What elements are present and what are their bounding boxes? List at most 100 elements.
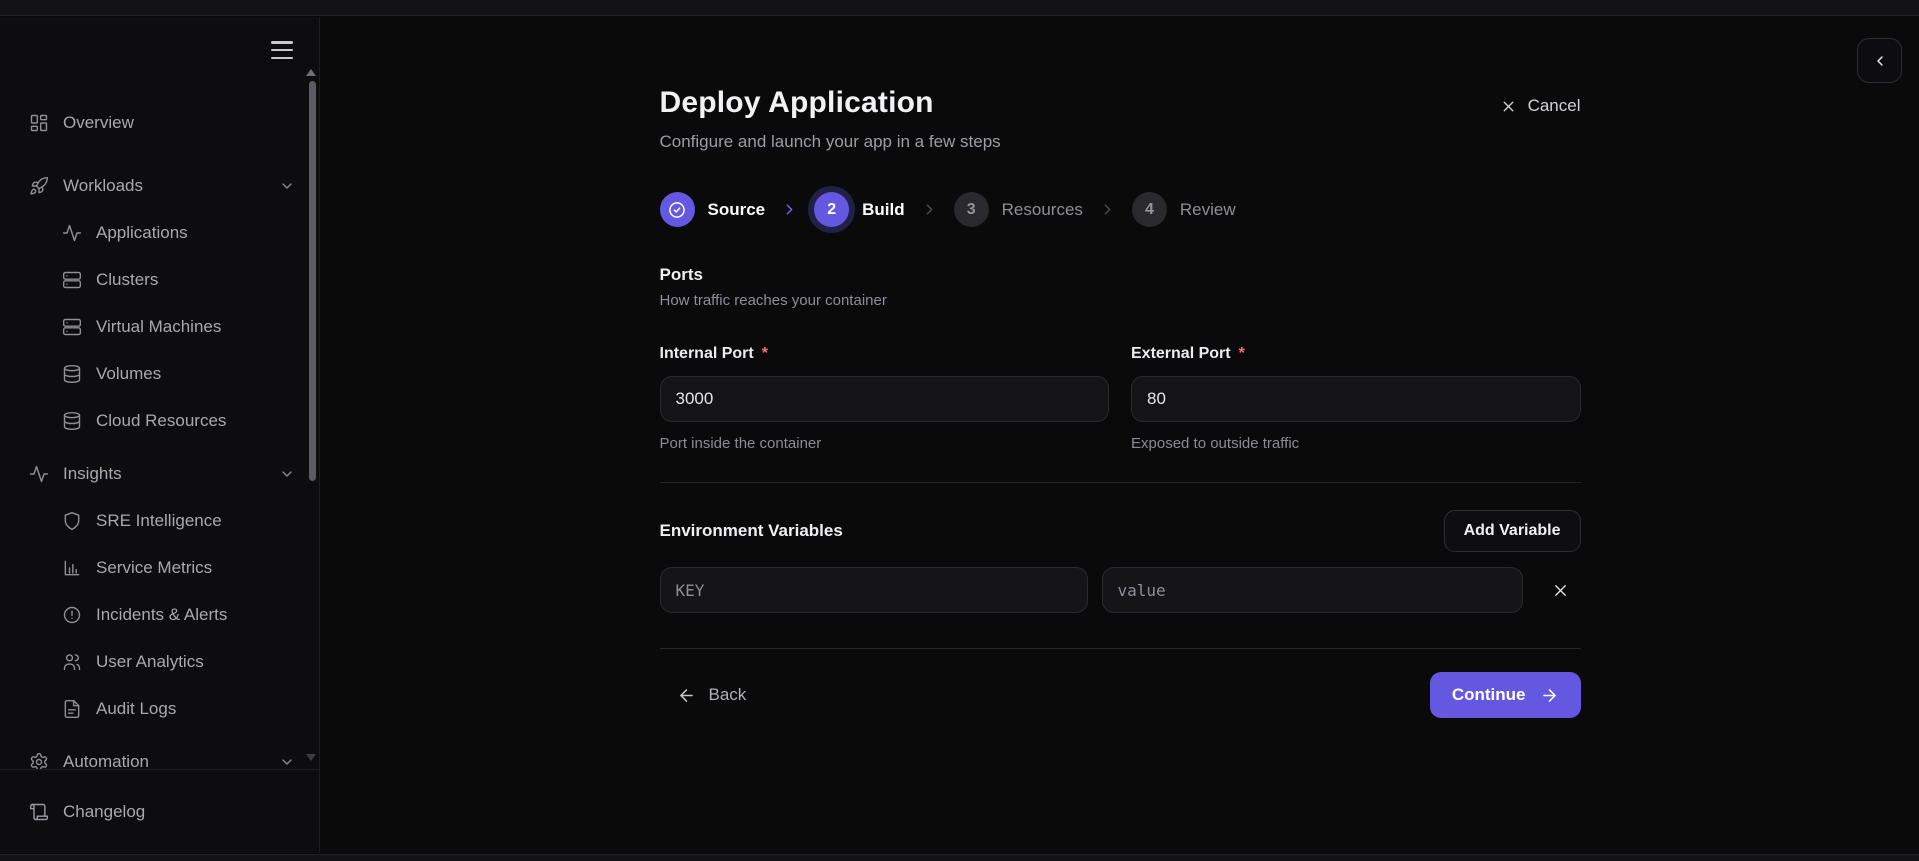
ports-section-description: How traffic reaches your container [659,292,887,309]
external-port-field-group: External Port* Exposed to outside traffi… [1131,345,1581,452]
scrollbar-thumb[interactable] [309,81,316,481]
sidebar-item-user-analytics[interactable]: User Analytics [0,638,319,685]
hamburger-menu-icon[interactable] [271,41,293,59]
chevron-down-icon [279,466,295,482]
sidebar-item-label: Workloads [63,175,143,195]
step-review-circle: 4 [1131,192,1167,227]
sidebar-item-label: Changelog [63,801,146,821]
cancel-button[interactable]: Cancel [1500,96,1581,116]
internal-port-field-group: Internal Port* Port inside the container [659,345,1109,452]
step-review[interactable]: 4 Review [1131,192,1236,227]
main-panel: Deploy Application Configure and launch … [321,17,1919,853]
sidebar-item-label: Virtual Machines [96,316,222,336]
chevron-down-icon [279,178,295,194]
sidebar-item-audit-logs[interactable]: Audit Logs [0,685,319,732]
check-circle-icon [667,200,687,220]
arrow-left-icon [677,686,696,705]
env-value-input[interactable] [1101,567,1523,613]
file-text-icon [62,699,82,719]
scroll-icon [29,802,49,822]
bar-chart-icon [62,558,82,578]
step-label: Build [862,199,905,219]
chevron-right-icon [781,201,798,218]
sidebar-item-sre-intelligence[interactable]: SRE Intelligence [0,497,319,544]
sidebar-item-label: Insights [63,463,122,483]
step-label: Source [707,199,766,219]
env-variable-row [659,567,1581,613]
sidebar-item-label: Clusters [96,269,159,289]
close-icon [1500,98,1517,115]
sidebar-nav: Overview Workloads Applications Clusters [0,87,319,769]
gear-icon [29,752,49,769]
arrow-right-icon [1540,686,1559,705]
sidebar-item-applications[interactable]: Applications [0,209,319,256]
collapse-panel-button[interactable] [1857,38,1902,83]
step-source[interactable]: Source [659,192,766,227]
internal-port-helper: Port inside the container [659,435,822,452]
dashboard-grid-icon [29,113,49,133]
sidebar-item-overview[interactable]: Overview [0,99,319,146]
required-asterisk: * [761,345,768,362]
env-section-heading: Environment Variables [659,521,843,540]
step-build-circle: 2 [814,192,850,227]
scrollbar-up-arrow[interactable] [306,69,316,76]
internal-port-input[interactable] [659,376,1109,422]
sidebar-item-label: Service Metrics [96,557,213,577]
continue-button[interactable]: Continue [1429,672,1581,718]
sidebar-item-insights[interactable]: Insights [0,450,319,497]
users-icon [62,652,82,672]
step-resources-circle: 3 [953,192,989,227]
sidebar-item-volumes[interactable]: Volumes [0,350,319,397]
database-icon [62,364,82,384]
sidebar-item-label: Audit Logs [96,698,177,718]
top-chrome-strip [0,0,1919,16]
sidebar-item-label: Applications [96,222,188,242]
required-asterisk: * [1238,345,1245,362]
server-icon [62,317,82,337]
sidebar-item-label: Cloud Resources [96,410,227,430]
external-port-helper: Exposed to outside traffic [1131,435,1300,452]
sidebar-item-label: Overview [63,112,134,132]
server-icon [62,270,82,290]
sidebar-item-automation[interactable]: Automation [0,738,319,769]
chevron-left-icon [1872,53,1888,69]
shield-icon [62,511,82,531]
env-key-input[interactable] [659,567,1088,613]
step-build[interactable]: 2 Build [814,192,905,227]
scrollbar-down-arrow[interactable] [306,754,316,761]
add-variable-button[interactable]: Add Variable [1443,510,1581,552]
internal-port-label: Internal Port * [659,345,768,362]
external-port-input[interactable] [1131,376,1581,422]
sidebar-item-label: Automation [63,751,149,770]
page-title: Deploy Application [659,86,934,119]
sidebar-item-workloads[interactable]: Workloads [0,162,319,209]
activity-icon [62,223,82,243]
alert-circle-icon [62,605,82,625]
step-resources[interactable]: 3 Resources [953,192,1083,227]
sidebar-item-clusters[interactable]: Clusters [0,256,319,303]
database-icon [62,411,82,431]
deploy-wizard: Deploy Application Configure and launch … [659,17,1581,718]
sidebar-item-label: SRE Intelligence [96,510,222,530]
back-button[interactable]: Back [660,685,746,705]
sidebar-item-virtual-machines[interactable]: Virtual Machines [0,303,319,350]
chevron-down-icon [279,754,295,770]
bottom-chrome-strip [0,854,1919,861]
chevron-right-icon [921,201,938,218]
chevron-right-icon [1099,201,1116,218]
sidebar-item-label: Volumes [96,363,162,383]
external-port-label: External Port * [1131,345,1245,362]
ports-section-heading: Ports [659,265,703,284]
sidebar-footer: Changelog [0,769,319,853]
sidebar-item-changelog[interactable]: Changelog [29,802,145,822]
remove-variable-button[interactable] [1551,581,1570,600]
activity-icon [29,464,49,484]
section-divider [659,648,1581,649]
step-label: Review [1179,199,1236,219]
step-source-circle [659,192,695,227]
sidebar-item-service-metrics[interactable]: Service Metrics [0,544,319,591]
sidebar-item-label: User Analytics [96,651,204,671]
section-divider [659,482,1581,483]
sidebar-item-incidents-alerts[interactable]: Incidents & Alerts [0,591,319,638]
sidebar-item-cloud-resources[interactable]: Cloud Resources [0,397,319,444]
